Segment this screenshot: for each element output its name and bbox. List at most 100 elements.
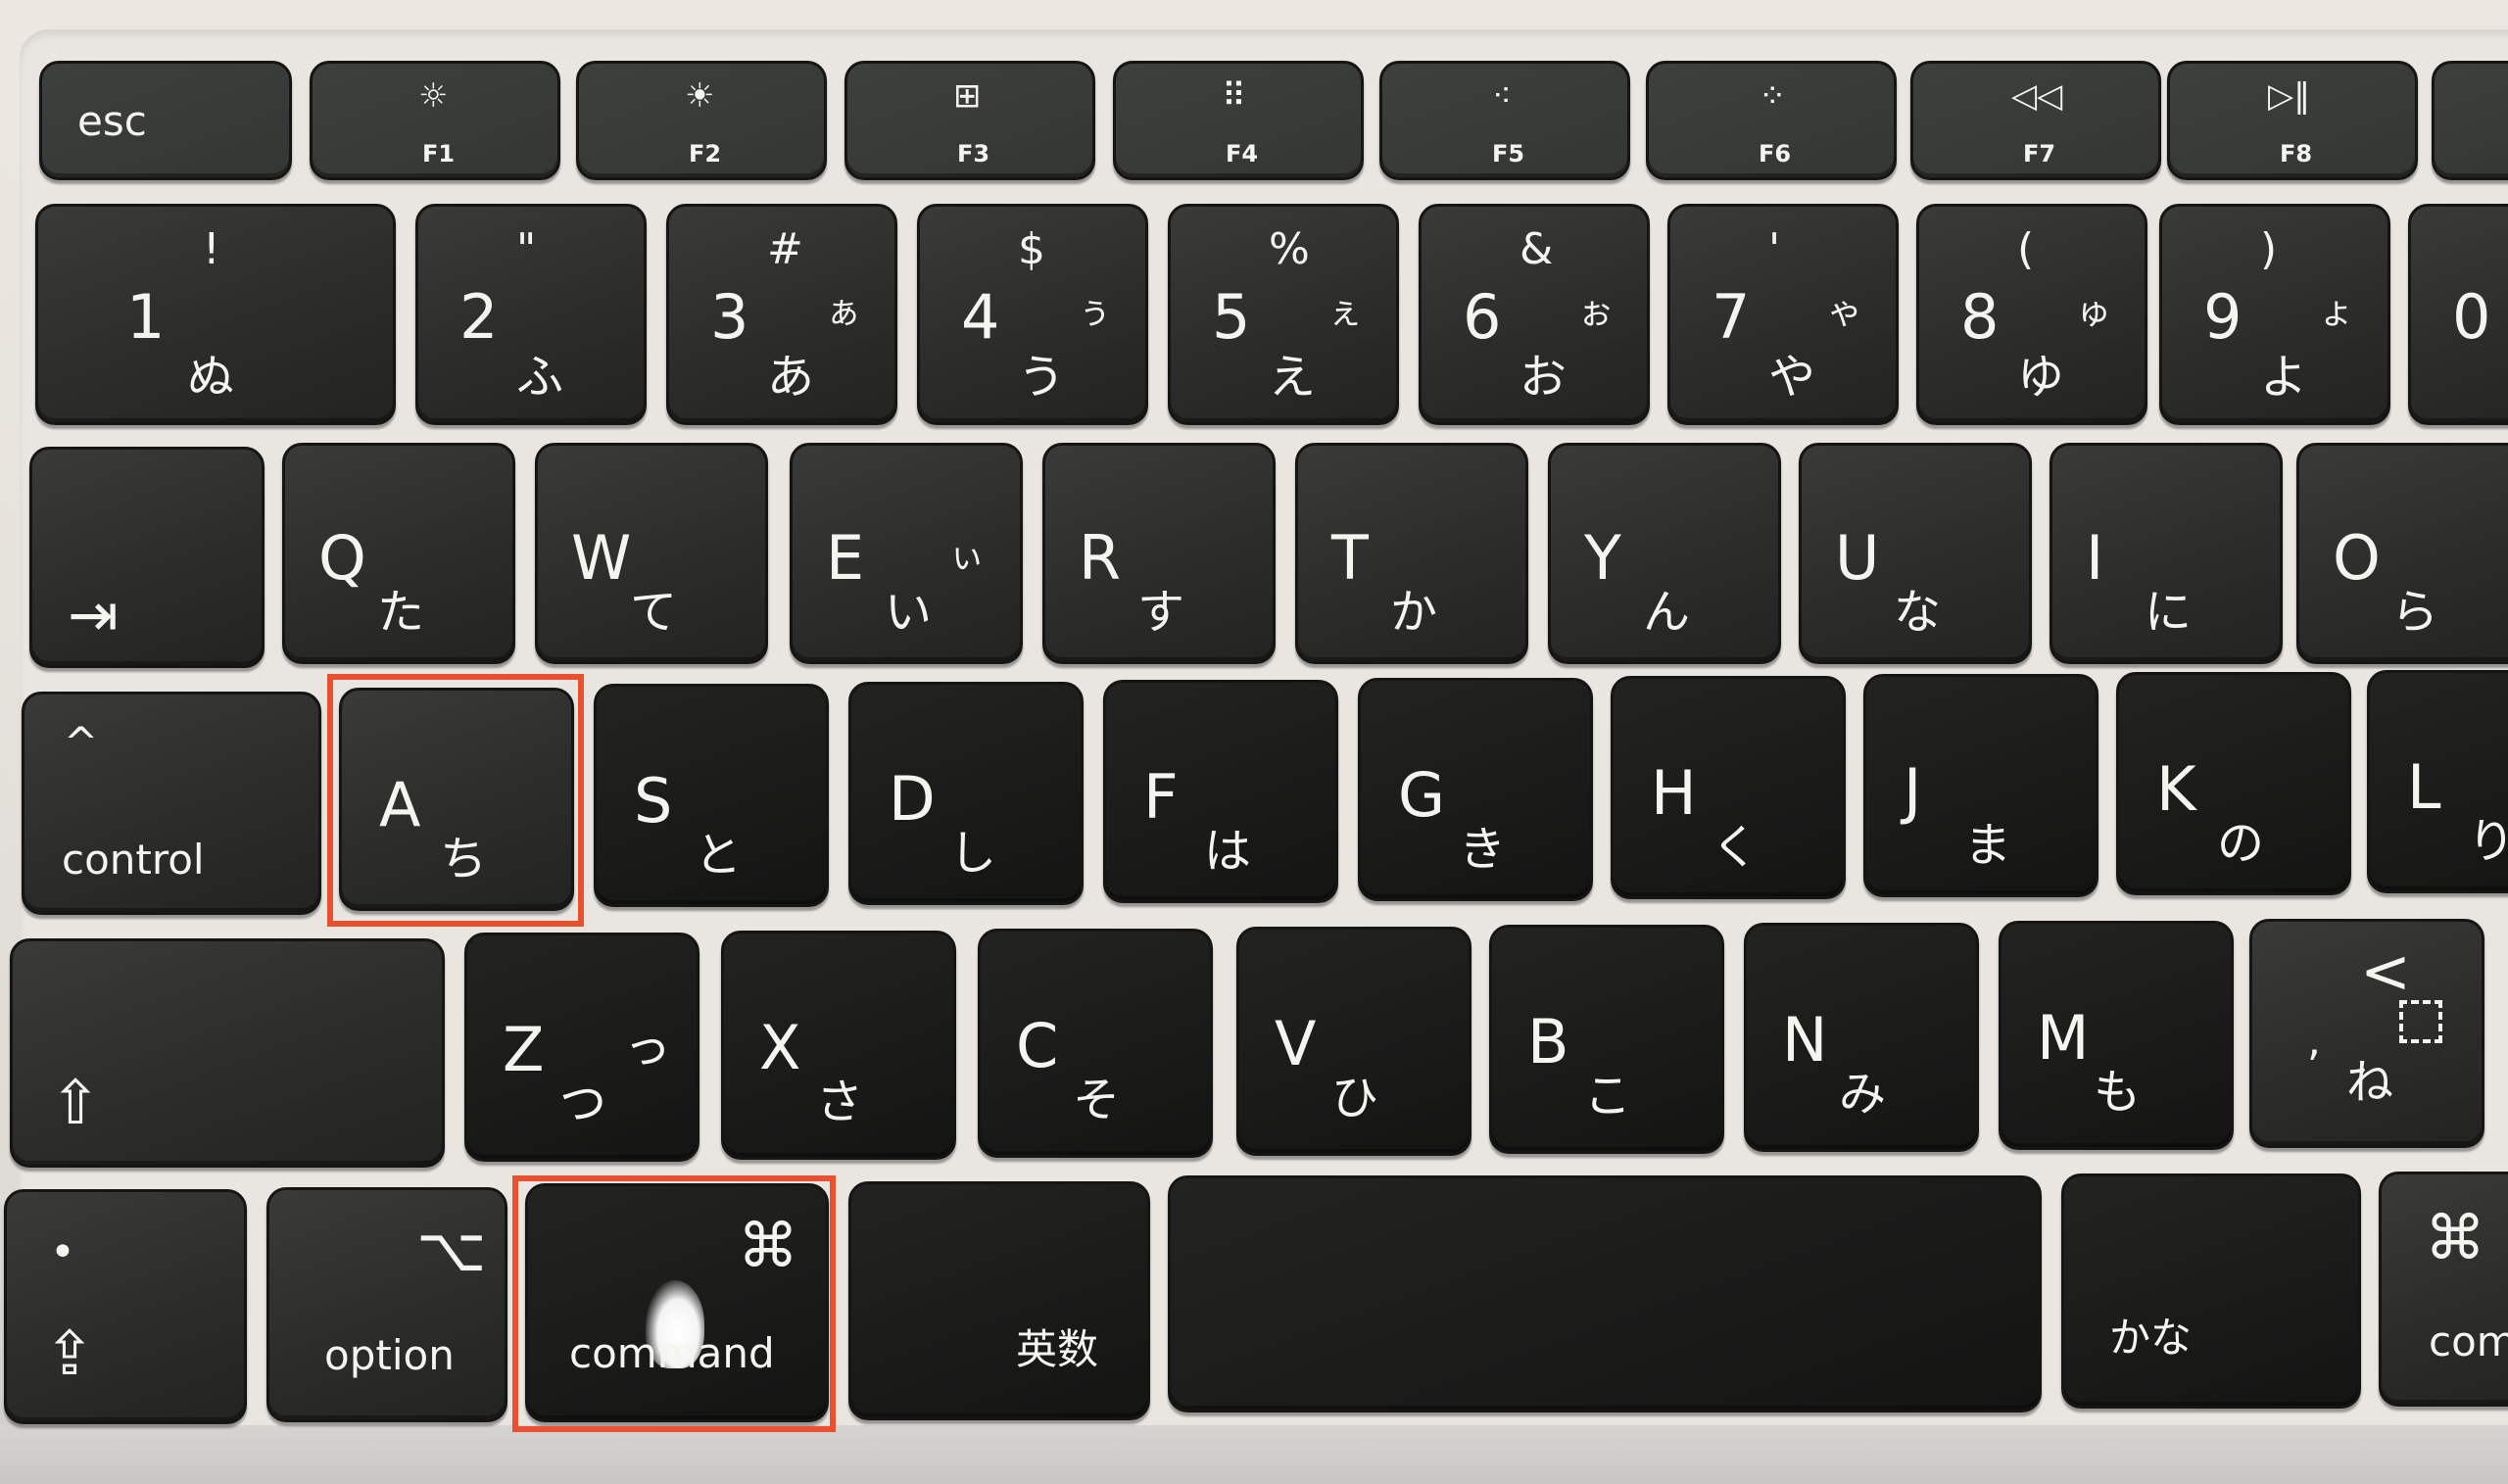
key-1[interactable]: 1! ぬ	[35, 204, 396, 425]
key-kana-label: ま	[1964, 818, 2012, 873]
key-Q[interactable]: Qた	[282, 443, 515, 664]
key-small-kana-label: ぅ	[1077, 292, 1113, 332]
key-O[interactable]: Oら	[2296, 443, 2508, 664]
key-small-kana-label: ゃ	[1827, 292, 1863, 332]
key-f5[interactable]: ⁖ F5	[1379, 61, 1630, 180]
key-8[interactable]: 8 (ゆゅ	[1916, 204, 2147, 425]
key-esc[interactable]: esc	[39, 61, 292, 180]
key-f4[interactable]: ⠿ F4	[1113, 61, 1364, 180]
key-shift-label: <	[2360, 935, 2411, 1007]
key-f2[interactable]: ☀ F2	[576, 61, 827, 180]
key-Z[interactable]: Zつっ	[464, 933, 699, 1162]
key-kana-label: く	[1712, 820, 1760, 875]
key-V[interactable]: Vひ	[1236, 927, 1471, 1156]
key-f4-label: F4	[1226, 140, 1259, 168]
key-shift-left[interactable]: ⇧	[10, 938, 445, 1168]
key-f7-label: F7	[2023, 140, 2056, 168]
key-comma[interactable]: <, ね	[2249, 919, 2484, 1148]
key-3[interactable]: 3 # あぁ	[666, 204, 897, 425]
mission-control-icon: ⊞	[953, 76, 982, 116]
key-f7[interactable]: ◁◁ F7	[1910, 61, 2161, 180]
key-f9-partial[interactable]	[2432, 61, 2508, 180]
key-X[interactable]: Xさ	[721, 931, 956, 1160]
key-4[interactable]: 4 $ うぅ	[917, 204, 1148, 425]
key-B[interactable]: Bこ	[1489, 925, 1724, 1154]
key-f6-label: F6	[1759, 140, 1792, 168]
caps-lock-icon: ⇪	[44, 1317, 95, 1389]
key-K[interactable]: Kの	[2116, 672, 2351, 895]
key-W[interactable]: Wて	[535, 443, 768, 664]
key-main-label: Q	[318, 522, 366, 594]
key-main-label: B	[1527, 1006, 1569, 1077]
key-Y[interactable]: Yん	[1548, 443, 1781, 664]
key-T[interactable]: Tか	[1295, 443, 1528, 664]
key-5[interactable]: 5% えぇ	[1168, 204, 1399, 425]
key-space[interactable]	[1168, 1175, 2042, 1412]
key-main-label: 4	[961, 281, 1000, 353]
key-command-right[interactable]: ⌘ com	[2379, 1172, 2508, 1407]
key-kana-label: も	[2094, 1065, 2142, 1120]
tab-icon: ⇥	[68, 579, 119, 650]
key-f8[interactable]: ▷‖ F8	[2167, 61, 2418, 180]
key-N[interactable]: Nみ	[1744, 923, 1979, 1152]
key-J[interactable]: Jま	[1863, 674, 2098, 897]
key-A[interactable]: Aち	[339, 688, 574, 911]
key-f3[interactable]: ⊞ F3	[844, 61, 1095, 180]
key-7[interactable]: 7 ' やゃ	[1667, 204, 1899, 425]
key-f1[interactable]: ☼ F1	[310, 61, 560, 180]
key-command-left[interactable]: ⌘ command	[525, 1183, 829, 1422]
key-main-label: Z	[503, 1014, 545, 1085]
key-kana-label: た	[377, 585, 425, 640]
key-6[interactable]: 6 & おぉ	[1419, 204, 1650, 425]
key-G[interactable]: Gき	[1358, 678, 1593, 901]
key-main-label: X	[759, 1012, 801, 1083]
key-shift-label: %	[1269, 224, 1310, 274]
key-f5-label: F5	[1492, 140, 1525, 168]
key-control[interactable]: ^ control	[22, 692, 321, 915]
key-shift-label: $	[1018, 224, 1045, 274]
key-main-label: V	[1275, 1008, 1317, 1079]
key-kana-label: な	[1894, 585, 1942, 640]
key-R[interactable]: Rす	[1042, 443, 1276, 664]
key-F[interactable]: Fは	[1103, 680, 1338, 903]
keyboard-backlight-up-icon: ⁘	[1759, 76, 1787, 116]
key-main-label: L	[2407, 751, 2441, 823]
key-L[interactable]: Lり	[2367, 670, 2508, 893]
key-f6[interactable]: ⁘ F6	[1646, 61, 1897, 180]
key-main-label: C	[1016, 1010, 1059, 1081]
key-esc-label: esc	[77, 97, 147, 145]
key-kana-label: や	[1768, 350, 1816, 405]
keyboard-bottom-edge	[0, 1425, 2508, 1484]
key-fn[interactable]: • ⇪	[4, 1189, 247, 1424]
key-kana[interactable]: かな	[2061, 1173, 2361, 1409]
key-command-label: command	[569, 1329, 775, 1377]
key-shift-label: "	[516, 224, 537, 274]
key-D[interactable]: Dし	[848, 682, 1084, 905]
key-main-label: 1	[126, 281, 166, 353]
key-H[interactable]: Hく	[1611, 676, 1846, 899]
key-eisu[interactable]: 英数	[848, 1181, 1150, 1420]
key-0[interactable]: 0	[2408, 204, 2508, 425]
key-U[interactable]: Uな	[1799, 443, 2032, 664]
key-kana-label: さ	[816, 1075, 864, 1129]
key-tab[interactable]: ⇥	[29, 447, 265, 668]
key-main-label: U	[1835, 522, 1880, 594]
key-kana-label: お	[1519, 350, 1568, 405]
key-S[interactable]: Sと	[594, 684, 829, 907]
key-2[interactable]: 2 " ふ	[415, 204, 647, 425]
key-main-label: T	[1331, 522, 1369, 594]
key-kana-label: し	[949, 826, 997, 881]
key-main-label: 5	[1212, 281, 1251, 353]
key-option[interactable]: ⌥ option	[266, 1187, 507, 1422]
key-C[interactable]: Cそ	[978, 929, 1213, 1158]
key-I[interactable]: Iに	[2050, 443, 2283, 664]
key-M[interactable]: Mも	[1999, 921, 2234, 1150]
key-main-label: 2	[459, 281, 499, 353]
key-E[interactable]: Eいぃ	[790, 443, 1023, 664]
key-main-label: 8	[1960, 281, 2000, 353]
key-main-label: K	[2156, 753, 2196, 825]
key-kana-label: の	[2217, 816, 2265, 871]
brightness-down-icon: ☼	[418, 76, 449, 116]
brightness-up-icon: ☀	[685, 76, 715, 116]
key-9[interactable]: 9) よょ	[2159, 204, 2390, 425]
